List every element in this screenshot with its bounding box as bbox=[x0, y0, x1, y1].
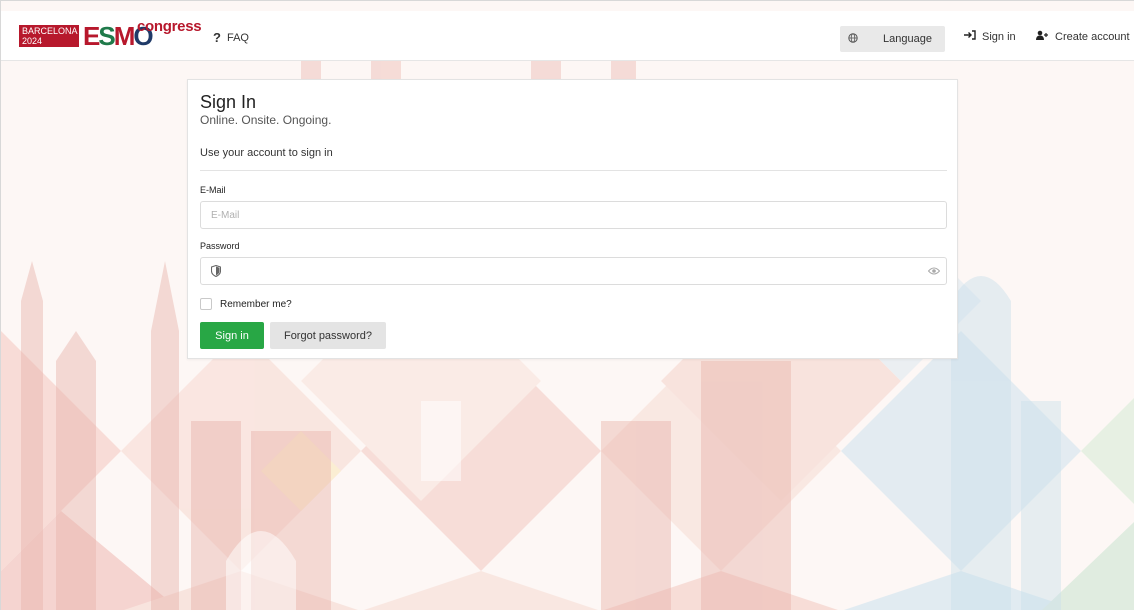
faq-link[interactable]: ? FAQ bbox=[213, 30, 249, 45]
email-label: E-Mail bbox=[200, 185, 226, 195]
forgot-password-button[interactable]: Forgot password? bbox=[270, 322, 386, 349]
remember-me-label[interactable]: Remember me? bbox=[220, 299, 292, 310]
logo-suffix: congress bbox=[137, 18, 202, 35]
password-field[interactable] bbox=[227, 258, 917, 284]
shield-icon bbox=[211, 265, 221, 277]
faq-label: FAQ bbox=[226, 31, 249, 44]
logo-letter-s: S bbox=[98, 21, 115, 51]
logo-city-badge: BARCELONA 2024 bbox=[19, 25, 79, 47]
create-account-link[interactable]: Create account bbox=[1036, 30, 1130, 43]
logo-letter-m: M bbox=[113, 21, 136, 51]
sign-in-button[interactable]: Sign in bbox=[200, 322, 264, 349]
sign-in-icon bbox=[964, 30, 976, 43]
eye-icon[interactable] bbox=[928, 266, 940, 276]
header-sign-in-link[interactable]: Sign in bbox=[964, 30, 1016, 43]
page: BARCELONA 2024 ESMO congress ? FAQ Langu… bbox=[0, 0, 1134, 610]
logo-letter-e: E bbox=[83, 21, 100, 51]
form-instruction: Use your account to sign in bbox=[200, 147, 333, 159]
globe-icon bbox=[840, 32, 866, 46]
create-account-label: Create account bbox=[1055, 30, 1130, 43]
logo-city-line2: 2024 bbox=[22, 36, 43, 46]
user-plus-icon bbox=[1036, 30, 1049, 43]
form-divider bbox=[200, 170, 947, 171]
remember-me-checkbox[interactable] bbox=[200, 298, 212, 310]
language-selector[interactable]: Language bbox=[840, 26, 945, 52]
header-sign-in-label: Sign in bbox=[982, 30, 1016, 43]
sign-in-card: Sign In Online. Onsite. Ongoing. Use you… bbox=[187, 79, 958, 359]
question-icon: ? bbox=[213, 30, 221, 45]
password-field-wrapper bbox=[200, 257, 947, 285]
password-label: Password bbox=[200, 241, 240, 251]
top-navigation-bar: BARCELONA 2024 ESMO congress ? FAQ Langu… bbox=[1, 11, 1134, 61]
form-title: Sign In bbox=[200, 92, 257, 112]
email-field[interactable] bbox=[200, 201, 947, 229]
form-subtitle: Online. Onsite. Ongoing. bbox=[200, 113, 332, 127]
logo-city-line1: BARCELONA bbox=[22, 26, 78, 36]
remember-me-row: Remember me? bbox=[200, 298, 292, 310]
language-label: Language bbox=[883, 33, 932, 45]
